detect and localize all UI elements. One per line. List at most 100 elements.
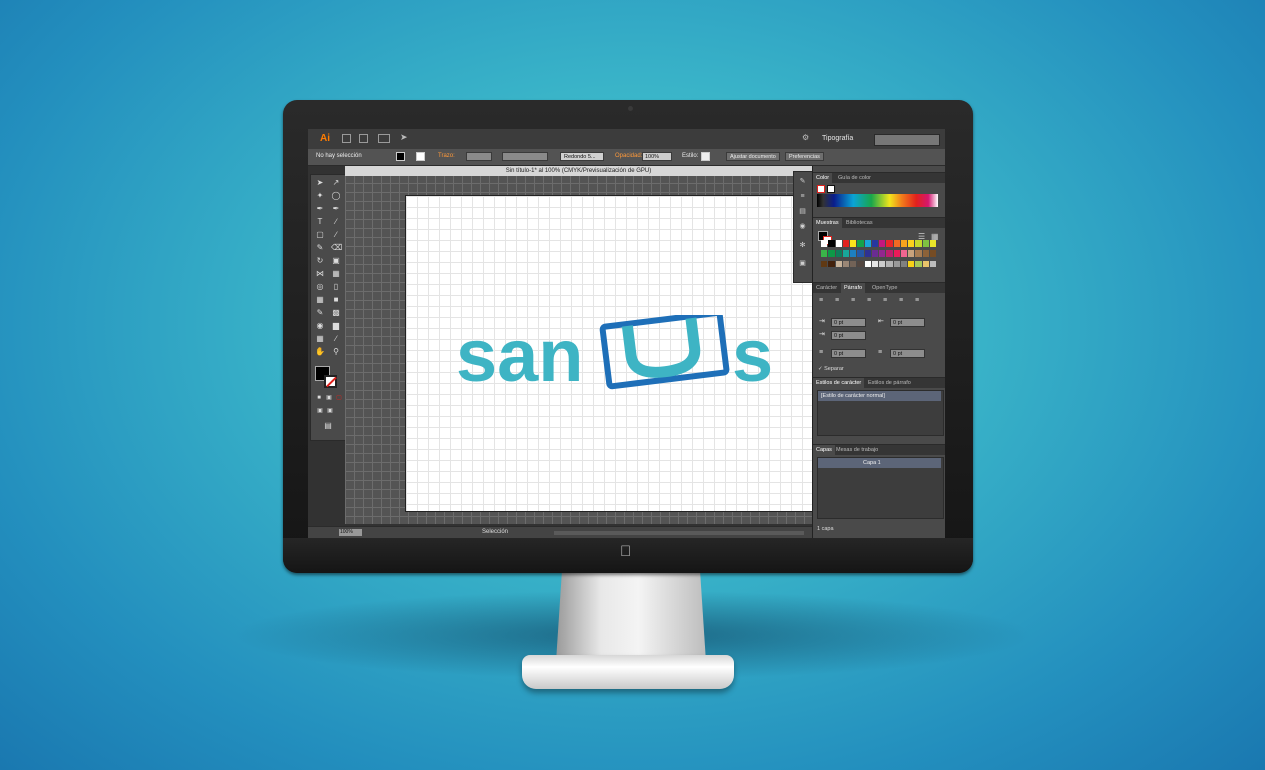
space-before-field[interactable]: 0 pt — [831, 349, 866, 358]
justify-left-icon[interactable]: ≡ — [867, 297, 875, 305]
slice-tool-icon[interactable]: ∕ — [331, 334, 341, 343]
export-panel-icon[interactable]: ▣ — [798, 260, 807, 268]
justify-right-icon[interactable]: ≡ — [899, 297, 907, 305]
search-input[interactable] — [874, 134, 940, 146]
align-left-icon[interactable]: ≡ — [819, 297, 827, 305]
stroke-label[interactable]: Trazo: — [438, 153, 455, 159]
tab-artboards[interactable]: Mesas de trabajo — [833, 445, 881, 455]
none-mode-icon[interactable]: ▢ — [334, 394, 344, 403]
send-icon[interactable]: ➤ — [400, 132, 408, 143]
color-fill-chip[interactable] — [827, 185, 835, 193]
bridge-icon[interactable] — [342, 134, 351, 143]
line-tool-icon[interactable]: ∕ — [331, 217, 341, 226]
layer-row[interactable]: Capa 1 — [818, 458, 941, 468]
justify-center-icon[interactable]: ≡ — [883, 297, 891, 305]
symbol-sprayer-tool-icon[interactable]: ◉ — [315, 321, 325, 330]
hand-tool-icon[interactable]: ✋ — [315, 347, 325, 356]
column-graph-tool-icon[interactable]: ▆ — [331, 321, 341, 330]
horizontal-scrollbar[interactable] — [554, 531, 804, 535]
zoom-field[interactable]: 100% — [339, 529, 362, 536]
draw-behind-icon[interactable]: ▣ — [325, 407, 335, 416]
justify-all-icon[interactable]: ≡ — [915, 297, 923, 305]
scale-tool-icon[interactable]: ▣ — [331, 256, 341, 265]
swatch-grid[interactable] — [821, 240, 936, 270]
tab-character[interactable]: Carácter — [813, 283, 840, 293]
draw-mode-icon[interactable]: ▣ — [315, 407, 325, 416]
sync-icon[interactable]: ⚙ — [802, 133, 809, 142]
free-transform-tool-icon[interactable]: ▦ — [331, 269, 341, 278]
current-tool-status[interactable]: Selección — [482, 529, 508, 535]
control-bar: No hay selección Trazo: Redondo 5... Opa… — [308, 149, 945, 166]
arrange-documents-icon[interactable] — [378, 134, 390, 143]
shaper-tool-icon[interactable]: ✎ — [315, 243, 325, 252]
brush-select[interactable]: Redondo 5... — [560, 152, 604, 161]
color-mode-icon[interactable]: ■ — [314, 394, 324, 403]
left-indent-field[interactable]: 0 pt — [831, 318, 866, 327]
direct-selection-tool-icon[interactable]: ↗ — [331, 178, 341, 187]
variable-width-select[interactable] — [502, 152, 548, 161]
artboard-tool-icon[interactable]: ▦ — [315, 334, 325, 343]
selection-tool-icon[interactable]: ➤ — [315, 178, 325, 187]
char-style-item[interactable]: [Estilo de carácter normal] — [818, 391, 941, 401]
magic-wand-tool-icon[interactable]: ✦ — [315, 191, 325, 200]
paintbrush-tool-icon[interactable]: ∕ — [331, 230, 341, 239]
tab-swatches[interactable]: Muestras — [813, 218, 842, 228]
color-stroke-chip[interactable] — [817, 185, 825, 193]
tab-paragraph-styles[interactable]: Estilos de párrafo — [865, 378, 914, 388]
eraser-tool-icon[interactable]: ⌫ — [331, 243, 342, 252]
rotate-tool-icon[interactable]: ↻ — [315, 256, 325, 265]
stroke-swatch[interactable] — [416, 152, 425, 161]
transform-panel-icon[interactable]: ▤ — [798, 208, 807, 216]
eyedropper-tool-icon[interactable]: ✎ — [315, 308, 325, 317]
rectangle-tool-icon[interactable]: ▢ — [315, 230, 325, 239]
lasso-tool-icon[interactable]: ◯ — [331, 191, 341, 200]
tab-layers[interactable]: Capas — [813, 445, 835, 455]
brushes-panel-icon[interactable]: ✎ — [798, 178, 807, 186]
sanus-logo[interactable]: san s — [456, 315, 786, 393]
mesh-tool-icon[interactable]: ▦ — [315, 295, 325, 304]
color-spectrum[interactable] — [817, 194, 938, 207]
hyphenate-checkbox[interactable]: ✓ Separar — [818, 366, 844, 372]
screen-mode-icon[interactable]: ▤ — [323, 421, 333, 430]
workspace-switcher[interactable]: Tipografía — [822, 135, 853, 142]
style-swatch[interactable] — [701, 152, 710, 161]
zoom-tool-icon[interactable]: ⚲ — [331, 347, 341, 356]
shape-builder-tool-icon[interactable]: ◎ — [315, 282, 325, 291]
align-panel-icon[interactable]: ≡ — [798, 193, 807, 201]
document-tab[interactable]: Sin título-1* al 100% (CMYK/Previsualiza… — [345, 166, 812, 176]
stroke-color-box[interactable] — [324, 375, 337, 388]
layers-panel-tabs: Capas Mesas de trabajo — [813, 444, 945, 455]
align-right-icon[interactable]: ≡ — [851, 297, 859, 305]
align-center-icon[interactable]: ≡ — [835, 297, 843, 305]
appearance-panel-icon[interactable]: ◉ — [798, 223, 807, 231]
tab-opentype[interactable]: OpenType — [869, 283, 900, 293]
right-indent-field[interactable]: 0 pt — [890, 318, 925, 327]
tab-paragraph[interactable]: Párrafo — [841, 283, 866, 293]
preferences-button[interactable]: Preferencias — [785, 152, 824, 161]
space-after-field[interactable]: 0 pt — [890, 349, 925, 358]
gradient-tool-icon[interactable]: ■ — [331, 295, 341, 304]
stock-icon[interactable] — [359, 134, 368, 143]
symbols-panel-icon[interactable]: ✻ — [798, 242, 807, 250]
stroke-weight-field[interactable] — [466, 152, 492, 161]
tab-libraries[interactable]: Bibliotecas — [843, 218, 876, 228]
opacity-field[interactable]: 100% — [642, 152, 672, 161]
opacity-label[interactable]: Opacidad: — [615, 153, 642, 159]
monitor-stand — [556, 570, 706, 662]
blend-tool-icon[interactable]: ▩ — [331, 308, 341, 317]
fill-swatch[interactable] — [396, 152, 405, 161]
tab-color[interactable]: Color — [813, 173, 833, 183]
screen: Ai ➤ ⚙ Tipografía No hay selección Trazo… — [308, 129, 945, 538]
layers-count: 1 capa — [817, 526, 834, 532]
gradient-mode-icon[interactable]: ▣ — [324, 394, 334, 403]
perspective-grid-tool-icon[interactable]: ▯ — [331, 282, 341, 291]
pen-tool-icon[interactable]: ✒ — [315, 204, 325, 213]
width-tool-icon[interactable]: ⋈ — [315, 269, 325, 278]
tab-character-styles[interactable]: Estilos de carácter — [813, 378, 865, 388]
status-bar: 100% Selección — [308, 526, 812, 538]
document-setup-button[interactable]: Ajustar documento — [726, 152, 780, 161]
curvature-tool-icon[interactable]: ✒ — [331, 204, 341, 213]
tab-color-guide[interactable]: Guía de color — [835, 173, 874, 183]
first-line-indent-field[interactable]: 0 pt — [831, 331, 866, 340]
type-tool-icon[interactable]: T — [315, 217, 325, 226]
